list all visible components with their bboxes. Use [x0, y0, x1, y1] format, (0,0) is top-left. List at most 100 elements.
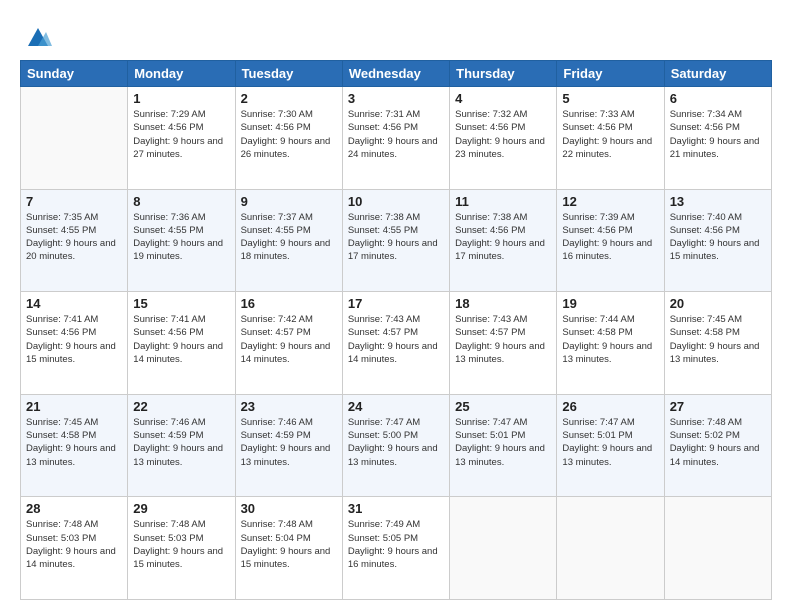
- day-number: 22: [133, 399, 229, 414]
- day-info: Sunrise: 7:47 AMSunset: 5:01 PMDaylight:…: [455, 416, 551, 469]
- day-cell: 11 Sunrise: 7:38 AMSunset: 4:56 PMDayligh…: [450, 189, 557, 292]
- day-number: 21: [26, 399, 122, 414]
- day-cell: 21 Sunrise: 7:45 AMSunset: 4:58 PMDayligh…: [21, 394, 128, 497]
- weekday-header-sunday: Sunday: [21, 61, 128, 87]
- day-number: 7: [26, 194, 122, 209]
- day-info: Sunrise: 7:41 AMSunset: 4:56 PMDaylight:…: [26, 313, 122, 366]
- day-cell: 29 Sunrise: 7:48 AMSunset: 5:03 PMDayligh…: [128, 497, 235, 600]
- day-number: 29: [133, 501, 229, 516]
- day-cell: 19 Sunrise: 7:44 AMSunset: 4:58 PMDayligh…: [557, 292, 664, 395]
- day-cell: 7Sunrise: 7:35 AMSunset: 4:55 PMDaylight…: [21, 189, 128, 292]
- day-number: 12: [562, 194, 658, 209]
- week-row-5: 28 Sunrise: 7:48 AMSunset: 5:03 PMDayligh…: [21, 497, 772, 600]
- day-info: Sunrise: 7:33 AMSunset: 4:56 PMDaylight:…: [562, 108, 658, 161]
- day-cell: 22 Sunrise: 7:46 AMSunset: 4:59 PMDayligh…: [128, 394, 235, 497]
- day-info: Sunrise: 7:45 AMSunset: 4:58 PMDaylight:…: [26, 416, 122, 469]
- day-cell: 20 Sunrise: 7:45 AMSunset: 4:58 PMDayligh…: [664, 292, 771, 395]
- day-cell: 2 Sunrise: 7:30 AMSunset: 4:56 PMDaylight…: [235, 87, 342, 190]
- day-info: Sunrise: 7:42 AMSunset: 4:57 PMDaylight:…: [241, 313, 337, 366]
- day-cell: [450, 497, 557, 600]
- day-cell: 16 Sunrise: 7:42 AMSunset: 4:57 PMDayligh…: [235, 292, 342, 395]
- day-cell: 25 Sunrise: 7:47 AMSunset: 5:01 PMDayligh…: [450, 394, 557, 497]
- day-info: Sunrise: 7:29 AMSunset: 4:56 PMDaylight:…: [133, 108, 229, 161]
- day-cell: 17 Sunrise: 7:43 AMSunset: 4:57 PMDayligh…: [342, 292, 449, 395]
- day-info: Sunrise: 7:30 AMSunset: 4:56 PMDaylight:…: [241, 108, 337, 161]
- day-number: 30: [241, 501, 337, 516]
- day-cell: 15 Sunrise: 7:41 AMSunset: 4:56 PMDayligh…: [128, 292, 235, 395]
- day-number: 16: [241, 296, 337, 311]
- week-row-3: 14 Sunrise: 7:41 AMSunset: 4:56 PMDayligh…: [21, 292, 772, 395]
- day-info: Sunrise: 7:37 AMSunset: 4:55 PMDaylight:…: [241, 211, 337, 264]
- day-cell: 18 Sunrise: 7:43 AMSunset: 4:57 PMDayligh…: [450, 292, 557, 395]
- day-number: 1: [133, 91, 229, 106]
- day-number: 9: [241, 194, 337, 209]
- day-cell: 3Sunrise: 7:31 AMSunset: 4:56 PMDaylight…: [342, 87, 449, 190]
- day-number: 25: [455, 399, 551, 414]
- day-number: 5: [562, 91, 658, 106]
- logo: [20, 22, 52, 50]
- weekday-header-thursday: Thursday: [450, 61, 557, 87]
- day-info: Sunrise: 7:47 AMSunset: 5:00 PMDaylight:…: [348, 416, 444, 469]
- day-cell: 6Sunrise: 7:34 AMSunset: 4:56 PMDaylight…: [664, 87, 771, 190]
- day-number: 14: [26, 296, 122, 311]
- day-info: Sunrise: 7:48 AMSunset: 5:03 PMDaylight:…: [133, 518, 229, 571]
- day-info: Sunrise: 7:43 AMSunset: 4:57 PMDaylight:…: [455, 313, 551, 366]
- day-number: 2: [241, 91, 337, 106]
- day-number: 8: [133, 194, 229, 209]
- day-info: Sunrise: 7:39 AMSunset: 4:56 PMDaylight:…: [562, 211, 658, 264]
- day-info: Sunrise: 7:41 AMSunset: 4:56 PMDaylight:…: [133, 313, 229, 366]
- day-info: Sunrise: 7:40 AMSunset: 4:56 PMDaylight:…: [670, 211, 766, 264]
- day-number: 27: [670, 399, 766, 414]
- calendar: SundayMondayTuesdayWednesdayThursdayFrid…: [20, 60, 772, 600]
- weekday-header-wednesday: Wednesday: [342, 61, 449, 87]
- weekday-header-tuesday: Tuesday: [235, 61, 342, 87]
- day-info: Sunrise: 7:31 AMSunset: 4:56 PMDaylight:…: [348, 108, 444, 161]
- day-info: Sunrise: 7:44 AMSunset: 4:58 PMDaylight:…: [562, 313, 658, 366]
- day-info: Sunrise: 7:46 AMSunset: 4:59 PMDaylight:…: [241, 416, 337, 469]
- day-number: 10: [348, 194, 444, 209]
- day-number: 31: [348, 501, 444, 516]
- logo-icon: [24, 22, 52, 50]
- day-number: 15: [133, 296, 229, 311]
- day-cell: 14 Sunrise: 7:41 AMSunset: 4:56 PMDayligh…: [21, 292, 128, 395]
- day-info: Sunrise: 7:48 AMSunset: 5:04 PMDaylight:…: [241, 518, 337, 571]
- day-cell: 27 Sunrise: 7:48 AMSunset: 5:02 PMDayligh…: [664, 394, 771, 497]
- day-number: 24: [348, 399, 444, 414]
- day-cell: 26Sunrise: 7:47 AMSunset: 5:01 PMDayligh…: [557, 394, 664, 497]
- week-row-1: 1 Sunrise: 7:29 AMSunset: 4:56 PMDaylight…: [21, 87, 772, 190]
- day-info: Sunrise: 7:49 AMSunset: 5:05 PMDaylight:…: [348, 518, 444, 571]
- day-cell: 4 Sunrise: 7:32 AMSunset: 4:56 PMDaylight…: [450, 87, 557, 190]
- day-number: 20: [670, 296, 766, 311]
- day-cell: 9 Sunrise: 7:37 AMSunset: 4:55 PMDaylight…: [235, 189, 342, 292]
- weekday-header-friday: Friday: [557, 61, 664, 87]
- day-info: Sunrise: 7:38 AMSunset: 4:56 PMDaylight:…: [455, 211, 551, 264]
- day-cell: 13Sunrise: 7:40 AMSunset: 4:56 PMDayligh…: [664, 189, 771, 292]
- day-cell: [664, 497, 771, 600]
- day-cell: 23 Sunrise: 7:46 AMSunset: 4:59 PMDayligh…: [235, 394, 342, 497]
- day-info: Sunrise: 7:38 AMSunset: 4:55 PMDaylight:…: [348, 211, 444, 264]
- day-cell: 31 Sunrise: 7:49 AMSunset: 5:05 PMDayligh…: [342, 497, 449, 600]
- day-number: 11: [455, 194, 551, 209]
- day-number: 28: [26, 501, 122, 516]
- day-info: Sunrise: 7:34 AMSunset: 4:56 PMDaylight:…: [670, 108, 766, 161]
- day-number: 19: [562, 296, 658, 311]
- day-number: 18: [455, 296, 551, 311]
- day-cell: [21, 87, 128, 190]
- day-info: Sunrise: 7:47 AMSunset: 5:01 PMDaylight:…: [562, 416, 658, 469]
- day-info: Sunrise: 7:43 AMSunset: 4:57 PMDaylight:…: [348, 313, 444, 366]
- day-info: Sunrise: 7:32 AMSunset: 4:56 PMDaylight:…: [455, 108, 551, 161]
- day-cell: 24 Sunrise: 7:47 AMSunset: 5:00 PMDayligh…: [342, 394, 449, 497]
- day-info: Sunrise: 7:45 AMSunset: 4:58 PMDaylight:…: [670, 313, 766, 366]
- day-cell: 1 Sunrise: 7:29 AMSunset: 4:56 PMDaylight…: [128, 87, 235, 190]
- day-info: Sunrise: 7:48 AMSunset: 5:03 PMDaylight:…: [26, 518, 122, 571]
- week-row-4: 21 Sunrise: 7:45 AMSunset: 4:58 PMDayligh…: [21, 394, 772, 497]
- day-cell: 8 Sunrise: 7:36 AMSunset: 4:55 PMDaylight…: [128, 189, 235, 292]
- day-number: 23: [241, 399, 337, 414]
- week-row-2: 7Sunrise: 7:35 AMSunset: 4:55 PMDaylight…: [21, 189, 772, 292]
- day-info: Sunrise: 7:46 AMSunset: 4:59 PMDaylight:…: [133, 416, 229, 469]
- day-info: Sunrise: 7:36 AMSunset: 4:55 PMDaylight:…: [133, 211, 229, 264]
- day-number: 17: [348, 296, 444, 311]
- day-number: 4: [455, 91, 551, 106]
- day-cell: 5 Sunrise: 7:33 AMSunset: 4:56 PMDaylight…: [557, 87, 664, 190]
- day-info: Sunrise: 7:48 AMSunset: 5:02 PMDaylight:…: [670, 416, 766, 469]
